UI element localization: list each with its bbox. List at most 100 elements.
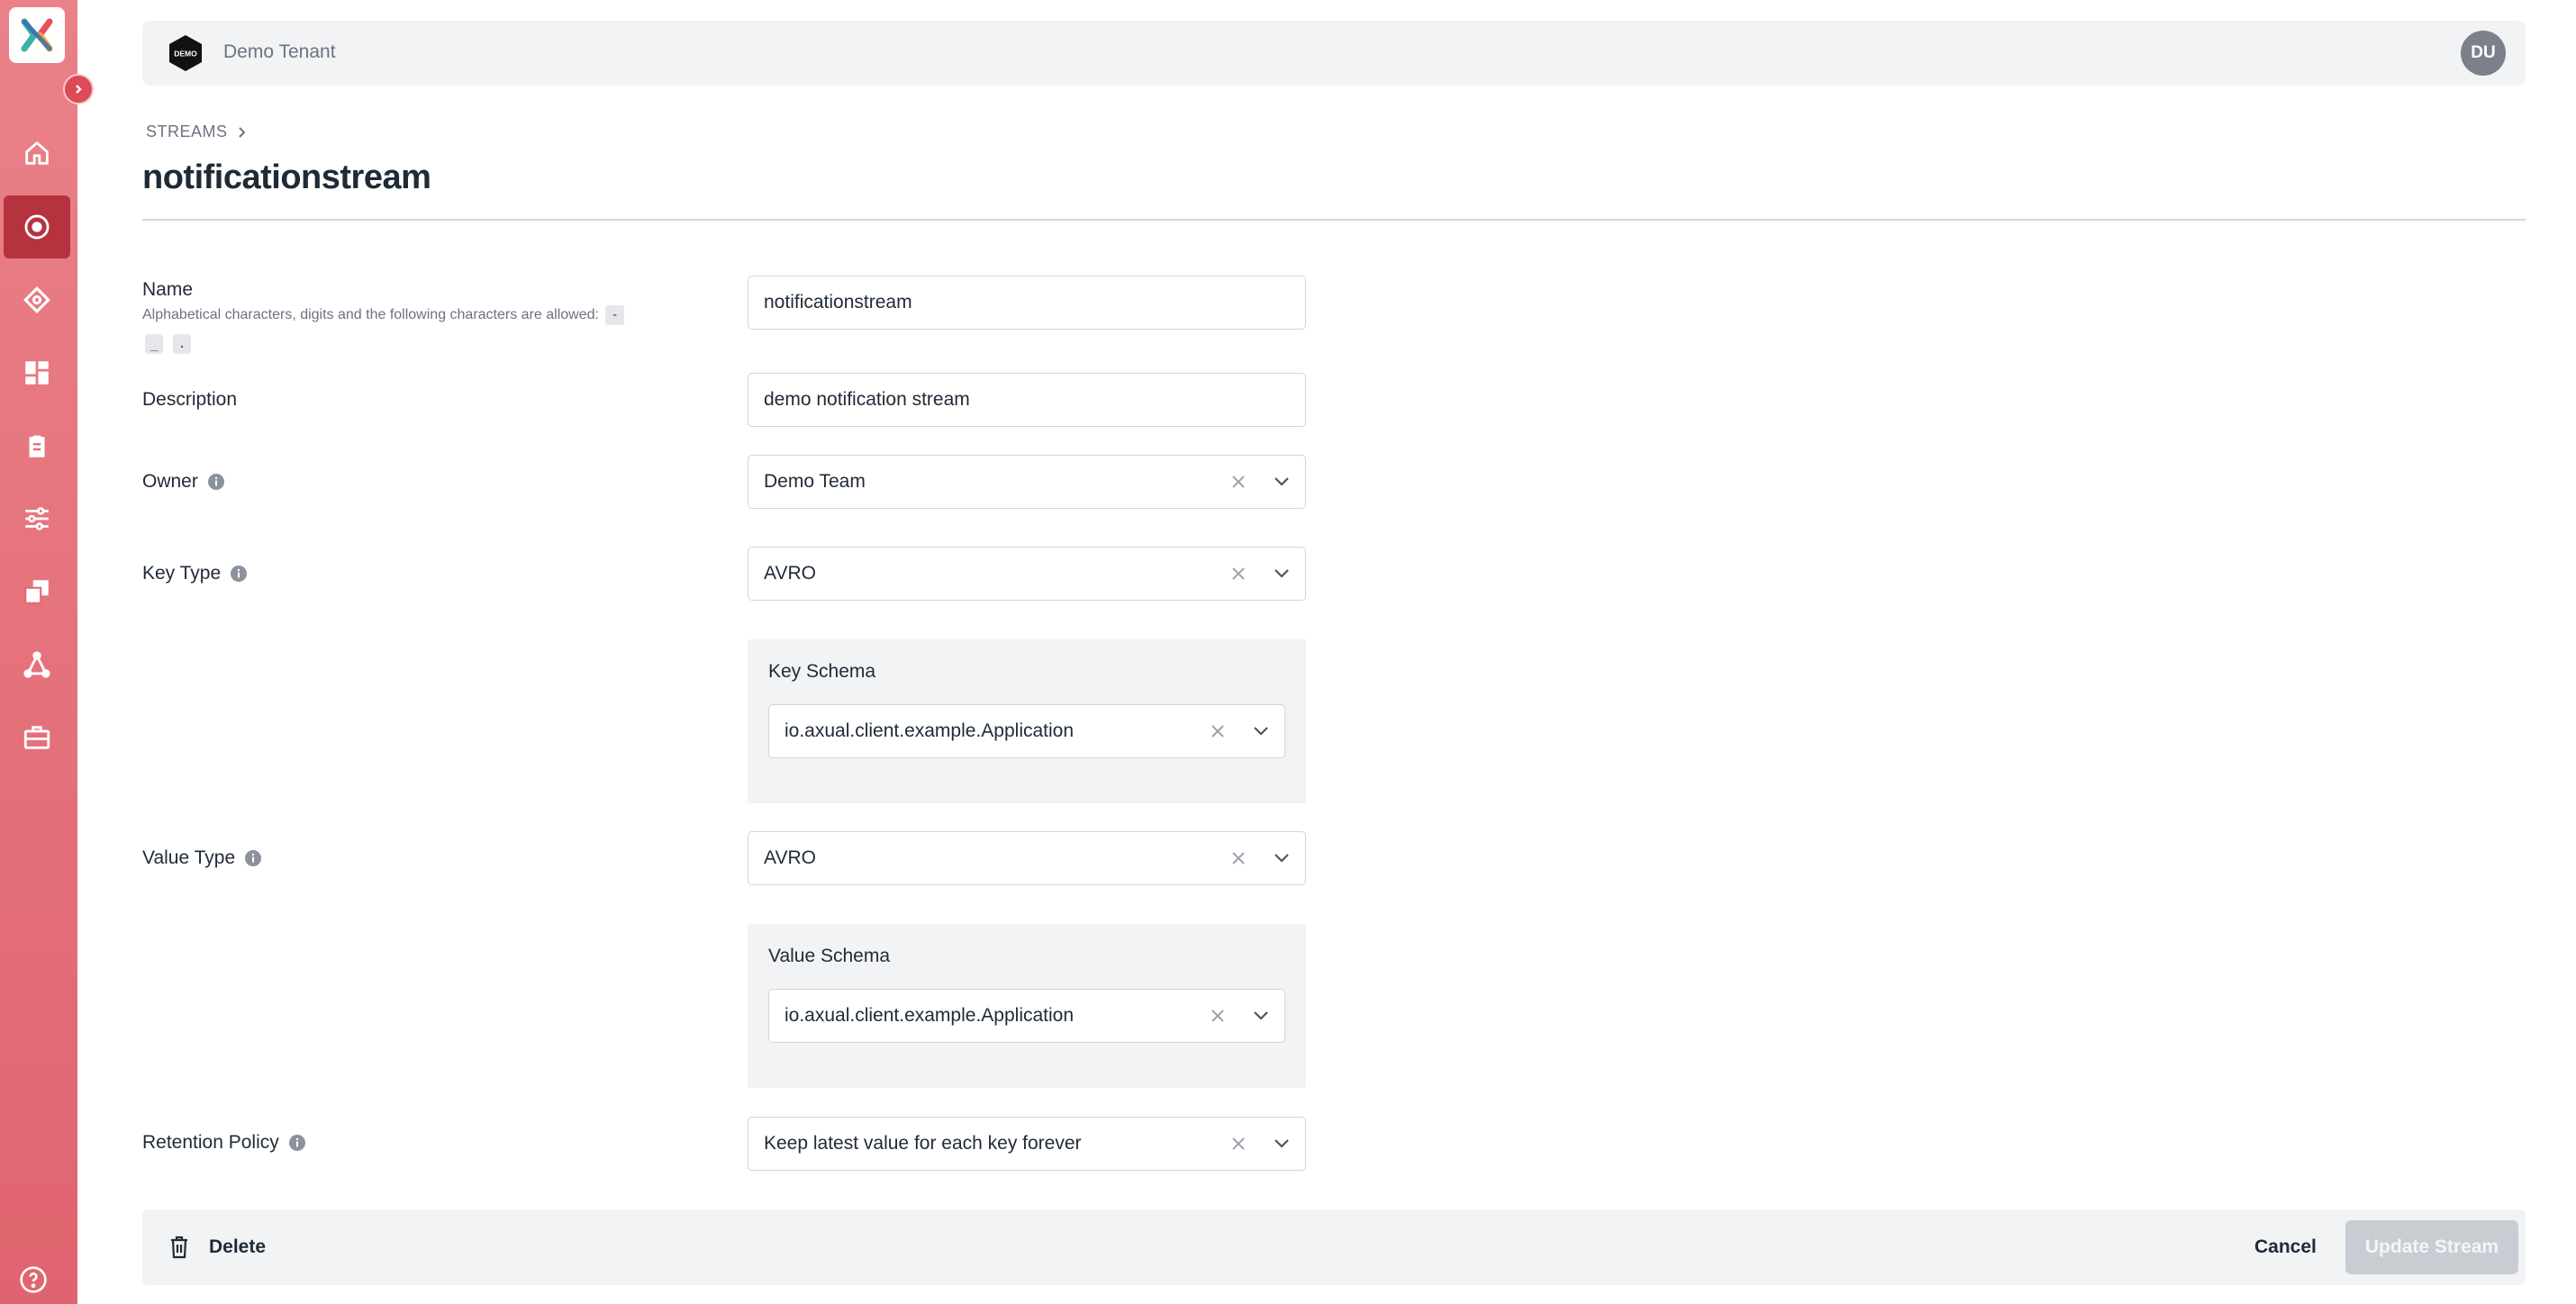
chevron-down-icon	[1274, 477, 1289, 486]
info-icon[interactable]	[244, 849, 262, 867]
sidebar-item-home[interactable]	[4, 122, 70, 185]
value-schema-panel: Value Schema io.axual.client.example.App…	[748, 924, 1306, 1088]
axual-x-logo-icon	[21, 18, 53, 52]
info-icon[interactable]	[230, 565, 248, 583]
chevron-down-icon	[1274, 1139, 1289, 1148]
key-type-dropdown-toggle[interactable]	[1258, 548, 1305, 600]
delete-button-label: Delete	[209, 1236, 267, 1257]
name-hint: Alphabetical characters, digits and the …	[142, 301, 683, 358]
description-input[interactable]: demo notification stream	[748, 373, 1306, 427]
key-schema-dropdown-toggle[interactable]	[1238, 705, 1284, 757]
close-icon	[1211, 1010, 1224, 1022]
axual-logo[interactable]	[9, 7, 65, 63]
sidebar-item-services[interactable]	[4, 706, 70, 769]
owner-dropdown-toggle[interactable]	[1258, 456, 1305, 508]
sidebar-item-environments[interactable]	[4, 560, 70, 623]
update-stream-button[interactable]: Update Stream	[2345, 1220, 2518, 1274]
key-schema-label: Key Schema	[768, 661, 876, 682]
value-schema-dropdown-toggle[interactable]	[1238, 990, 1284, 1042]
tenant-logo: DEMO	[169, 35, 202, 71]
sidebar-expand-button[interactable]	[63, 74, 94, 104]
description-input-value: demo notification stream	[764, 389, 970, 410]
key-schema-select[interactable]: io.axual.client.example.Application	[768, 704, 1285, 758]
value-type-label-text: Value Type	[142, 847, 236, 868]
sidebar-item-settings[interactable]	[4, 487, 70, 550]
value-schema-select-value: io.axual.client.example.Application	[785, 1005, 1075, 1026]
owner-label: Owner	[142, 471, 225, 493]
key-schema-clear-button[interactable]	[1198, 705, 1238, 757]
name-input-value: notificationstream	[764, 292, 912, 312]
sidebar-item-schemas[interactable]	[4, 414, 70, 477]
chevron-down-icon	[1254, 727, 1268, 736]
network-icon	[23, 651, 50, 678]
user-avatar[interactable]: DU	[2461, 31, 2506, 76]
chevron-down-icon	[1274, 854, 1289, 863]
value-type-select[interactable]: AVRO	[748, 831, 1306, 885]
retention-policy-select-value: Keep latest value for each key forever	[764, 1133, 1082, 1154]
sidebar-item-dashboards[interactable]	[4, 341, 70, 404]
key-type-select-value: AVRO	[764, 563, 816, 584]
info-icon[interactable]	[288, 1134, 306, 1152]
close-icon	[1232, 852, 1245, 865]
tenant-name: Demo Tenant	[223, 41, 336, 62]
sliders-icon	[25, 507, 49, 530]
name-label: Name	[142, 279, 193, 301]
close-icon	[1232, 567, 1245, 580]
cancel-button[interactable]: Cancel	[2254, 1229, 2317, 1265]
diamond-icon	[23, 286, 50, 313]
allowed-char-underscore: _	[145, 334, 164, 354]
value-type-label: Value Type	[142, 847, 262, 869]
owner-clear-button[interactable]	[1219, 456, 1258, 508]
sidebar-item-applications[interactable]	[4, 268, 70, 331]
key-schema-panel: Key Schema io.axual.client.example.Appli…	[748, 639, 1306, 803]
sidebar-item-topology[interactable]	[4, 633, 70, 696]
key-type-select[interactable]: AVRO	[748, 547, 1306, 601]
tenant-logo-text: DEMO	[174, 50, 197, 59]
key-schema-select-value: io.axual.client.example.Application	[785, 720, 1075, 741]
help-icon[interactable]	[19, 1265, 48, 1294]
chevron-right-icon	[76, 85, 82, 94]
owner-select-value: Demo Team	[764, 471, 866, 492]
value-type-dropdown-toggle[interactable]	[1258, 832, 1305, 884]
owner-label-text: Owner	[142, 471, 198, 492]
close-icon	[1232, 1137, 1245, 1150]
form-footer: Delete Cancel Update Stream	[142, 1209, 2526, 1285]
value-schema-select[interactable]: io.axual.client.example.Application	[768, 989, 1285, 1043]
value-schema-clear-button[interactable]	[1198, 990, 1238, 1042]
close-icon	[1211, 725, 1224, 738]
value-type-clear-button[interactable]	[1219, 832, 1258, 884]
clipboard-icon	[29, 435, 45, 457]
description-label: Description	[142, 389, 237, 411]
name-label-text: Name	[142, 279, 194, 300]
retention-policy-clear-button[interactable]	[1219, 1118, 1258, 1170]
header-divider	[142, 219, 2526, 221]
retention-policy-select[interactable]: Keep latest value for each key forever	[748, 1117, 1306, 1171]
breadcrumb-streams[interactable]: STREAMS	[146, 122, 228, 141]
delete-button[interactable]: Delete	[169, 1229, 266, 1265]
allowed-char-dot: .	[172, 334, 192, 354]
toolbox-icon	[23, 726, 50, 749]
value-type-select-value: AVRO	[764, 847, 816, 868]
key-type-clear-button[interactable]	[1219, 548, 1258, 600]
owner-select[interactable]: Demo Team	[748, 455, 1306, 509]
page-title: notificationstream	[142, 158, 431, 196]
stream-target-icon	[24, 214, 50, 240]
info-icon[interactable]	[207, 473, 225, 491]
value-schema-label: Value Schema	[768, 946, 891, 966]
retention-policy-label: Retention Policy	[142, 1132, 306, 1154]
topbar: DEMO Demo Tenant DU	[142, 21, 2526, 86]
grid-icon	[25, 361, 49, 385]
trash-icon	[171, 1236, 187, 1259]
key-type-label-text: Key Type	[142, 563, 222, 584]
description-label-text: Description	[142, 389, 238, 410]
breadcrumb: STREAMS	[146, 122, 246, 141]
chevron-down-icon	[1274, 569, 1289, 578]
name-hint-text: Alphabetical characters, digits and the …	[142, 307, 599, 322]
name-input[interactable]: notificationstream	[748, 276, 1306, 330]
copy-icon	[24, 580, 49, 604]
sidebar-item-streams[interactable]	[4, 195, 70, 258]
allowed-char-dash: -	[605, 305, 624, 325]
chevron-down-icon	[1254, 1011, 1268, 1020]
chevron-right-icon	[238, 126, 245, 138]
retention-policy-dropdown-toggle[interactable]	[1258, 1118, 1305, 1170]
